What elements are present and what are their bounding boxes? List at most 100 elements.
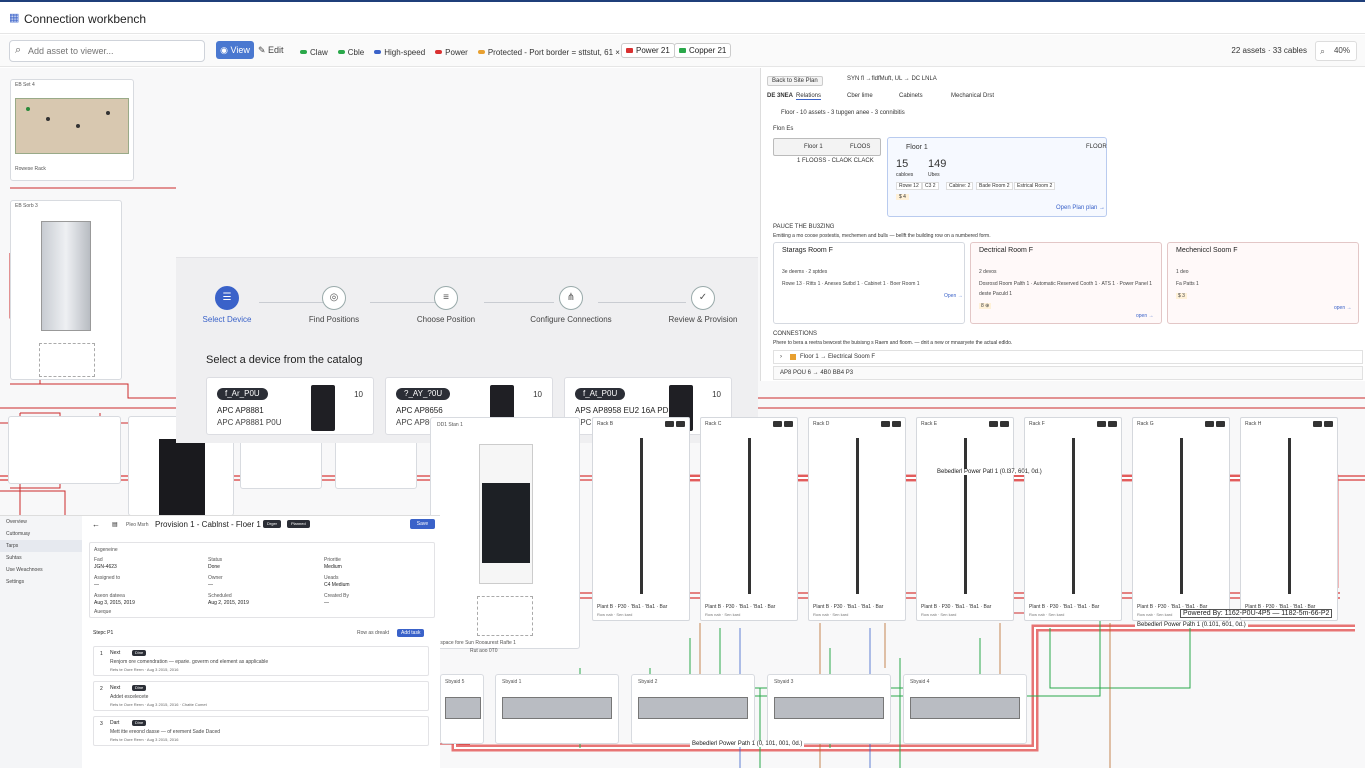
power-filter-chip[interactable]: Power 21 [621, 43, 675, 58]
tab-cber-lime[interactable]: Cber lime [847, 93, 873, 99]
legend-swatch [435, 50, 443, 54]
tab-cabinets[interactable]: Cabinets [899, 93, 923, 99]
nav-settings[interactable]: Settings [0, 576, 82, 588]
power-path-label[interactable]: Bebedlerl Power Path 1 (0.101, 601, 0d.) [1135, 622, 1248, 628]
server-card[interactable]: Sbyaid 2 [631, 674, 755, 744]
asset-card-title: ЕВ Set 4 [15, 82, 35, 88]
tab-mechanical[interactable]: Mechanical Drst [951, 93, 994, 99]
room-open-link[interactable]: open → [1136, 313, 1154, 319]
server-card[interactable]: Sbyaid 5 [440, 674, 484, 744]
nav-overview[interactable]: Overview [0, 516, 82, 528]
empty-slot[interactable] [39, 343, 95, 377]
connection-row[interactable]: › Floor 1 → Electrical Soom F [773, 350, 1363, 364]
room-warning: 8 ⊕ [979, 303, 992, 309]
rack-tags [989, 421, 1009, 427]
rack-card[interactable]: Rack C Plant B · P30 · 'Ba1 · 'Ba1 · Bar R… [700, 417, 798, 621]
tab-relations[interactable]: Relations [796, 93, 822, 100]
rooms-description: Emitiing a mo coose postestis, mechemen … [773, 233, 991, 239]
back-to-site-plan-button[interactable]: Back to Site Plan [767, 76, 823, 86]
step-review-provision[interactable]: ✓ Review & Provision [658, 286, 748, 324]
floor-card[interactable]: Floor 1 FLOOR 15 cabloes 149 Ubes Rowe 1… [887, 137, 1107, 217]
copper-filter-chip[interactable]: Copper 21 [674, 43, 732, 58]
floor-chip: Rowe 12 [896, 182, 922, 190]
asset-card-top[interactable]: ЕВ Set 4 Rowese Rack [10, 79, 134, 181]
pdu-image [311, 385, 335, 431]
save-button[interactable]: Save [410, 519, 435, 529]
step-select-device[interactable]: ☰ Select Device [182, 286, 272, 324]
legend-item: High-speed [374, 48, 425, 57]
connection-label: AP8 POU 6 → 4B0 BB4 P3 [780, 370, 854, 376]
task-item[interactable]: 2 Next Dine Addet escelecete Rets te Oore Re… [93, 681, 429, 711]
power-path-label[interactable]: Bebedlerl Power Path 1 (0, 101, 001, 0d.… [690, 741, 805, 747]
connection-row[interactable]: AP8 POU 6 → 4B0 BB4 P3 [773, 366, 1363, 380]
rack-card[interactable]: Rack G Plant B · P30 · 'Ba1 · 'Ba1 · Bar R… [1132, 417, 1230, 621]
nav-customization[interactable]: Cuttomuay [0, 528, 82, 540]
provision-meta: Asgeneine Fad JGN-4623 Status Done Prior… [89, 542, 435, 618]
task-item[interactable]: 3 Dart Dine Mett itte ereond dasse — of ere… [93, 716, 429, 746]
room-name: Mecheniccl Soom F [1176, 247, 1238, 254]
copper-chip-swatch [679, 48, 686, 53]
server-card[interactable]: Sbyaid 4 [903, 674, 1027, 744]
nav-tarps[interactable]: Tarps [0, 540, 82, 552]
meta-value: — [324, 600, 329, 606]
back-arrow-icon[interactable]: ← [92, 520, 100, 529]
edit-mode-button[interactable]: ✎ Edit [258, 41, 288, 59]
view-mode-button[interactable]: ◉ View [216, 41, 254, 59]
legend-item: Protected - Port border = sttstut, 61 × … [477, 48, 643, 57]
rack-card[interactable]: Rack HPlant B · P30 · 'Ba1 · 'Ba1 · BarR… [1240, 417, 1338, 621]
nav-weachnoes[interactable]: Use Weachnoes [0, 564, 82, 576]
open-floor-plan-link[interactable]: Open Plan plan → [1056, 205, 1105, 211]
room-card-electrical[interactable]: Dectrical Room F 2 devos Dosrosd Room Pa… [970, 242, 1162, 324]
step-find-positions[interactable]: ◎ Find Positions [289, 286, 379, 324]
room-name: Starags Room F [782, 247, 833, 254]
task-item[interactable]: 1 Next Dine Renjom ore comendration — epari… [93, 646, 429, 676]
device-name: APC AP8656 [396, 406, 443, 415]
ups-card[interactable]: ЕВ Sorb 3 [10, 200, 122, 380]
step-label: Select Device [202, 315, 252, 324]
server-card[interactable]: Sbyaid 1 [495, 674, 619, 744]
task-status: Next [110, 685, 121, 691]
room-open-link[interactable]: Open → [944, 293, 963, 299]
power-path-label[interactable]: Bebedlerl Power Patl 1 (0.l37, 601, 0d.) [935, 469, 1044, 475]
device-card[interactable] [8, 416, 121, 484]
device-option[interactable]: f_Ar_P0U APC AP8881 APC AP8881 P0U 10 [206, 377, 374, 435]
step-choose-position[interactable]: ≡ Choose Position [401, 286, 491, 324]
asset-search-input[interactable] [28, 43, 200, 59]
rack-card[interactable]: Rack E Plant B · P30 · 'Ba1 · 'Ba1 · Bar R… [916, 417, 1014, 621]
room-open-link[interactable]: open → [1334, 305, 1352, 311]
rack-card[interactable]: Rack F Plant B · P30 · 'Ba1 · 'Ba1 · Bar R… [1024, 417, 1122, 621]
floor-stat-label: Ubes [928, 172, 940, 178]
step-label: Review & Provision [668, 315, 738, 324]
tab-main[interactable]: DE 3NEA [767, 93, 793, 99]
rack-card[interactable]: Rack B Plant B · P30 · 'Ba1 · 'Ba1 · Bar R… [592, 417, 690, 621]
cabinet-footer: Espace fore Sun Rooaurest Rafte 1 [437, 640, 516, 646]
rack-spine [748, 438, 751, 594]
connection-label: Floor 1 → Electrical Soom F [800, 354, 876, 360]
rack-card[interactable]: Rack D Plant B · P30 · 'Ba1 · 'Ba1 · Bar R… [808, 417, 906, 621]
location-pin-icon: ◎ [322, 286, 346, 310]
copper-chip-label: Copper 21 [689, 46, 727, 55]
room-card-mechanical[interactable]: Mecheniccl Soom F 1 deo Fa Patts 1 $ 3 o… [1167, 242, 1359, 324]
device-tag: f_At_P0U [575, 388, 626, 400]
server-card[interactable]: Sbyaid 3 [767, 674, 891, 744]
asset-search[interactable]: ⌕ [9, 40, 205, 62]
step-configure-connections[interactable]: ⋔ Configure Connections [526, 286, 616, 324]
rack-image [159, 439, 205, 517]
server-image [774, 697, 884, 719]
add-task-button[interactable]: Add task [397, 629, 425, 637]
connections-description: Phere to bera a reetra bewcest the buisi… [773, 340, 1013, 346]
rack-sub: Row nab · Sen kard [597, 612, 633, 617]
room-card-storage[interactable]: Starags Room F 3e deems · 2 sptdes Rowe … [773, 242, 965, 324]
zoom-control[interactable]: ⌕ 40% [1315, 41, 1357, 61]
nav-suhtas[interactable]: Suhtas [0, 552, 82, 564]
site-plan-panel: Back to Site Plan SYN fl →fldfMuft, UL →… [760, 68, 1365, 381]
cabinet-card[interactable]: DD1 Stan 1 Espace fore Sun Rooaurest Raf… [430, 417, 580, 649]
floor-selector[interactable]: Floor 1 FLOOS [773, 138, 881, 156]
empty-slot[interactable] [477, 596, 533, 636]
diagram-canvas[interactable]: ЕВ Set 4 Rowese Rack ЕВ Sorb 3 ☰ Select D… [0, 68, 1365, 768]
rack-name: Rack G [1137, 421, 1154, 427]
legend-label: Power [445, 47, 468, 57]
row-as-draft-button[interactable]: Row as dreakt [357, 630, 389, 636]
meta-label: Fad [94, 557, 103, 563]
expand-icon[interactable]: › [780, 354, 782, 360]
